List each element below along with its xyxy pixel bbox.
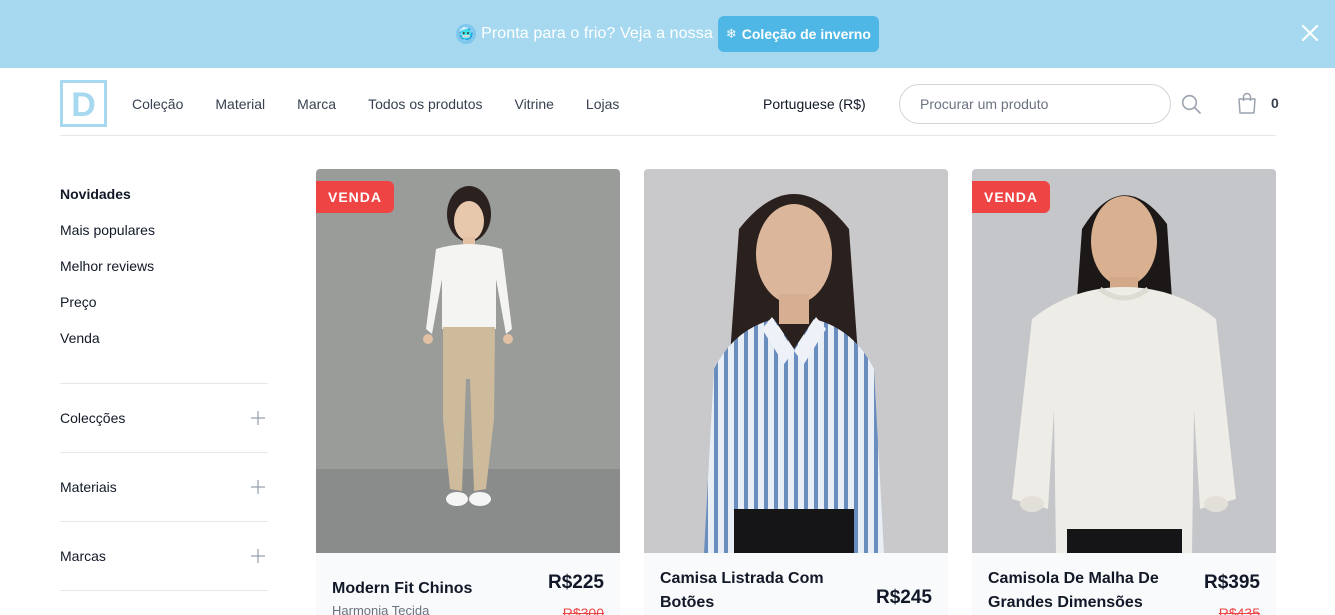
currency-language-selector[interactable]: Portuguese (R$) [763, 94, 866, 114]
product-card[interactable]: VENDA Camisola De Malha De Grandes Dimen… [972, 169, 1276, 615]
nav-lojas[interactable]: Lojas [586, 94, 619, 114]
nav-colecao[interactable]: Coleção [132, 94, 183, 114]
filter-materiais[interactable]: Materiais [60, 453, 268, 522]
filter-colecoes[interactable]: Colecções [60, 384, 268, 453]
svg-text:D: D [71, 86, 96, 124]
product-info: Camisa Listrada Com Botões R$245 [660, 567, 932, 615]
product-old-price: R$435 [1218, 605, 1260, 615]
banner-text: Pronta para o frio? Veja a nossa [481, 25, 713, 42]
quick-link-novidades[interactable]: Novidades [60, 184, 268, 204]
product-old-price: R$300 [562, 605, 604, 615]
winter-collection-label: Coleção de inverno [741, 26, 871, 42]
cart-count: 0 [1271, 95, 1279, 111]
product-image[interactable] [644, 169, 948, 553]
product-card[interactable]: Camisa Listrada Com Botões R$245 [644, 169, 948, 615]
filter-marcas[interactable]: Marcas [60, 522, 268, 591]
plus-icon[interactable] [250, 479, 266, 495]
filter-label: Colecções [60, 410, 126, 426]
quick-link-preco[interactable]: Preço [60, 292, 268, 312]
product-price: R$245 [876, 587, 932, 608]
sale-badge: VENDA [316, 181, 395, 213]
filters-sidebar: Novidades Mais populares Melhor reviews … [60, 184, 268, 591]
product-price: R$395 [1204, 572, 1260, 593]
product-grid: VENDA Modern Fit Chinos Harmonia Tecida … [316, 169, 1276, 615]
snowflake-icon: ❄ [725, 26, 737, 41]
product-name[interactable]: Camisa Listrada Com Botões [660, 567, 850, 615]
sale-badge: VENDA [972, 181, 1051, 213]
quick-link-melhor-reviews[interactable]: Melhor reviews [60, 256, 268, 276]
search-icon[interactable] [1181, 94, 1201, 114]
product-price: R$225 [548, 572, 604, 593]
nav-todos-os-produtos[interactable]: Todos os produtos [368, 94, 482, 114]
product-info: Camisola De Malha De Grandes Dimensões R… [988, 567, 1260, 615]
product-name[interactable]: Modern Fit Chinos [332, 577, 522, 601]
nav-vitrine[interactable]: Vitrine [514, 94, 553, 114]
filter-label: Materiais [60, 479, 117, 495]
main-nav: Coleção Material Marca Todos os produtos… [132, 94, 651, 114]
plus-icon[interactable] [250, 410, 266, 426]
nav-marca[interactable]: Marca [297, 94, 336, 114]
product-image[interactable] [316, 169, 620, 553]
product-info: Modern Fit Chinos Harmonia Tecida R$225 … [332, 567, 604, 615]
winter-collection-button[interactable]: ❄ Coleção de inverno [717, 16, 879, 52]
product-card[interactable]: VENDA Modern Fit Chinos Harmonia Tecida … [316, 169, 620, 615]
quick-links: Novidades Mais populares Melhor reviews … [60, 184, 268, 384]
site-header: D Coleção Material Marca Todos os produt… [60, 68, 1279, 136]
search-input[interactable] [899, 84, 1171, 124]
product-image[interactable] [972, 169, 1276, 553]
store-logo[interactable]: D [60, 80, 107, 127]
product-name[interactable]: Camisola De Malha De Grandes Dimensões [988, 567, 1178, 615]
quick-link-mais-populares[interactable]: Mais populares [60, 220, 268, 240]
filter-label: Marcas [60, 548, 106, 564]
shopping-bag-icon [1238, 92, 1256, 114]
banner-content: 🥶 Pronta para o frio? Veja a nossa ❄ Col… [0, 16, 1335, 52]
close-icon[interactable] [1301, 24, 1319, 42]
plus-icon[interactable] [250, 548, 266, 564]
cold-face-icon: 🥶 [456, 24, 477, 44]
announcement-banner: 🥶 Pronta para o frio? Veja a nossa ❄ Col… [0, 0, 1335, 68]
cart-button[interactable]: 0 [1237, 92, 1279, 114]
quick-link-venda[interactable]: Venda [60, 328, 268, 348]
nav-material[interactable]: Material [215, 94, 265, 114]
